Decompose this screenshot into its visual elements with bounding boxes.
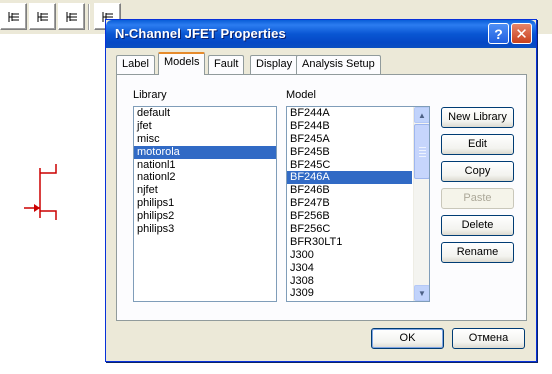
list-item[interactable]: BF256B <box>287 210 429 223</box>
list-item[interactable]: jfet <box>134 120 276 133</box>
model-heading: Model <box>286 89 316 101</box>
jfet-tool-button[interactable] <box>0 3 27 30</box>
list-item[interactable]: J309 <box>287 287 429 300</box>
tab-analysis-setup[interactable]: Analysis Setup <box>296 55 381 74</box>
tab-models[interactable]: Models <box>158 52 206 75</box>
list-item[interactable]: nationl2 <box>134 171 276 184</box>
list-item[interactable]: J300 <box>287 249 429 262</box>
jfet-symbol-icon <box>37 11 48 22</box>
jfet-symbol-icon <box>8 11 19 22</box>
toolbar-separator <box>88 4 90 30</box>
copy-button[interactable]: Copy <box>441 161 514 182</box>
list-item[interactable]: nationl1 <box>134 159 276 172</box>
new-library-button[interactable]: New Library <box>441 107 514 128</box>
scroll-down-icon[interactable]: ▼ <box>414 285 429 301</box>
scroll-up-icon[interactable]: ▲ <box>414 107 429 123</box>
models-tab-panel: Library default jfet misc motorola natio… <box>116 74 527 321</box>
model-scrollbar[interactable]: ▲ ▼ <box>413 107 429 301</box>
tab-display[interactable]: Display <box>250 55 299 74</box>
library-heading: Library <box>133 89 167 101</box>
list-item[interactable]: BF246B <box>287 184 429 197</box>
list-item[interactable]: BF245C <box>287 159 429 172</box>
list-item[interactable]: philips3 <box>134 223 276 236</box>
list-item[interactable]: default <box>134 107 276 120</box>
jfet-symbol-icon <box>66 11 77 22</box>
ok-button[interactable]: OK <box>371 328 444 349</box>
dialog-title: N-Channel JFET Properties <box>115 26 286 41</box>
list-item[interactable]: misc <box>134 133 276 146</box>
list-item[interactable]: J304 <box>287 262 429 275</box>
list-item-selected[interactable]: motorola <box>134 145 276 159</box>
cancel-button[interactable]: Отмена <box>452 328 525 349</box>
dialog-titlebar[interactable]: N-Channel JFET Properties ? ✕ <box>106 20 536 48</box>
help-button[interactable]: ? <box>488 23 509 44</box>
list-item[interactable]: J308 <box>287 275 429 288</box>
edit-button[interactable]: Edit <box>441 134 514 155</box>
list-item[interactable]: philips1 <box>134 197 276 210</box>
jfet-tool-button[interactable] <box>29 3 56 30</box>
list-item[interactable]: BF245B <box>287 146 429 159</box>
delete-button[interactable]: Delete <box>441 215 514 236</box>
list-item[interactable]: njfet <box>134 184 276 197</box>
list-item-selected[interactable]: BF246A <box>287 171 412 185</box>
list-item[interactable]: philips2 <box>134 210 276 223</box>
schematic-jfet-symbol[interactable] <box>20 160 80 230</box>
list-item[interactable]: BF244A <box>287 107 429 120</box>
jfet-properties-dialog: N-Channel JFET Properties ? ✕ Label Mode… <box>105 19 537 362</box>
paste-button[interactable]: Paste <box>441 188 514 209</box>
model-listbox[interactable]: BF244A BF244B BF245A BF245B BF245C BF246… <box>286 106 430 302</box>
list-item[interactable]: BFR30LT1 <box>287 236 429 249</box>
tab-label[interactable]: Label <box>116 55 155 74</box>
tab-fault[interactable]: Fault <box>208 55 245 74</box>
list-item[interactable]: BF256C <box>287 223 429 236</box>
scroll-thumb[interactable] <box>414 124 429 179</box>
close-button[interactable]: ✕ <box>511 23 532 44</box>
list-item[interactable]: BF247B <box>287 197 429 210</box>
list-item[interactable]: BF245A <box>287 133 429 146</box>
library-listbox[interactable]: default jfet misc motorola nationl1 nati… <box>133 106 277 302</box>
jfet-tool-button[interactable] <box>58 3 85 30</box>
list-item[interactable]: BF244B <box>287 120 429 133</box>
rename-button[interactable]: Rename <box>441 242 514 263</box>
